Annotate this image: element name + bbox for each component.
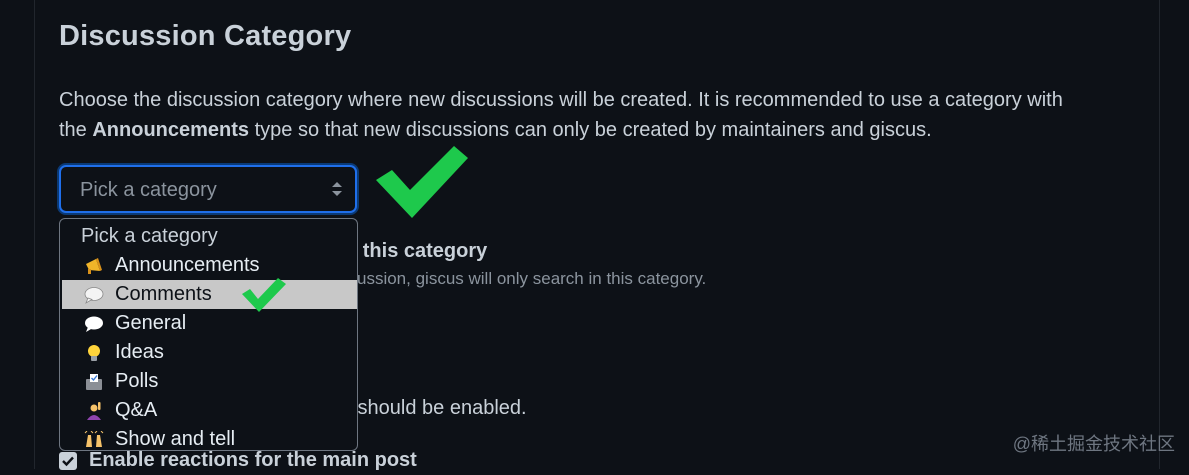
green-check-annotation-icon <box>376 146 468 218</box>
lightbulb-icon <box>88 345 100 361</box>
category-select[interactable]: Pick a category <box>59 165 357 213</box>
dropdown-option-comments[interactable]: Comments <box>62 280 357 309</box>
dropdown-option-announcements[interactable]: Announcements <box>60 251 357 280</box>
green-check-annotation-small-icon <box>242 278 286 312</box>
description-suffix: type so that new discussions can only be… <box>249 119 932 141</box>
speech-bubble-icon <box>85 316 103 332</box>
ballot-box-icon <box>86 374 102 390</box>
category-dropdown[interactable]: Pick a category Announcements Comments G… <box>59 218 358 451</box>
person-raising-hand-icon <box>87 402 101 420</box>
search-category-label: n this category <box>345 240 488 262</box>
search-category-hint: scussion, giscus will only search in thi… <box>340 269 707 288</box>
dropdown-option-polls[interactable]: Polls <box>60 367 357 396</box>
section-title: Discussion Category <box>59 20 352 52</box>
reactions-checkbox[interactable] <box>59 452 77 470</box>
dropdown-option-ideas[interactable]: Ideas <box>60 338 357 367</box>
enable-option-label: s should be enabled. <box>342 397 527 419</box>
raising-hands-icon <box>84 431 104 447</box>
watermark: @稀土掘金技术社区 <box>1012 434 1175 454</box>
dropdown-option-general[interactable]: General <box>60 309 357 338</box>
description-prefix: the <box>59 119 93 141</box>
dropdown-option-show-and-tell[interactable]: Show and tell <box>60 425 357 450</box>
announcements-emphasis: Announcements <box>92 119 250 141</box>
megaphone-icon <box>86 258 102 274</box>
select-arrows-icon <box>332 182 342 196</box>
section-description: Choose the discussion category where new… <box>59 85 1139 145</box>
dropdown-option-qa[interactable]: Q&A <box>60 396 357 425</box>
category-select-value: Pick a category <box>80 179 217 201</box>
speech-bubble-icon <box>84 287 104 304</box>
checkmark-icon <box>62 456 74 467</box>
dropdown-option-placeholder[interactable]: Pick a category <box>60 222 357 251</box>
description-line-1: Choose the discussion category where new… <box>59 89 1063 111</box>
